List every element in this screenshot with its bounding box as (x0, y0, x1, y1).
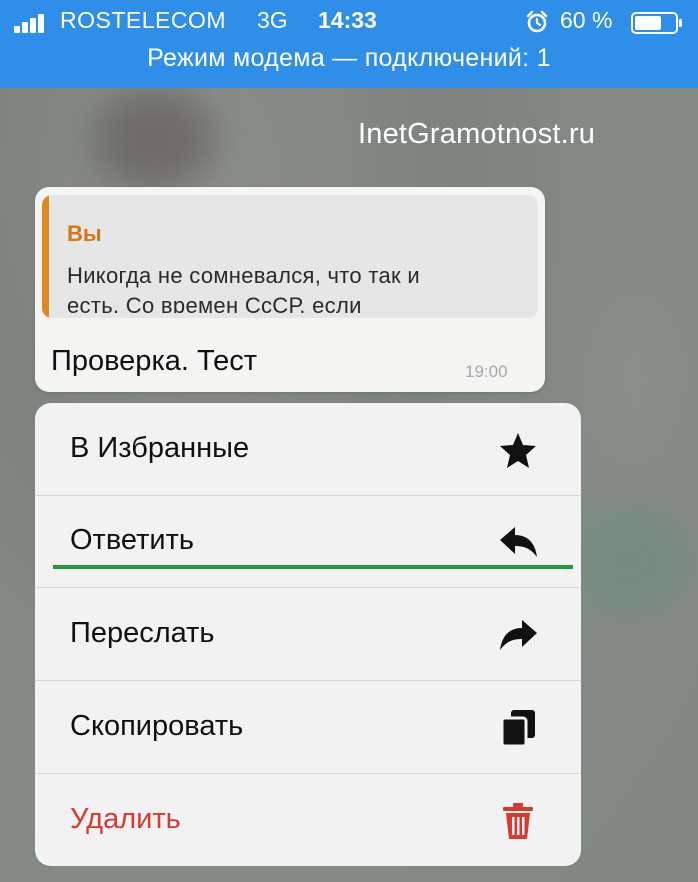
quote-accent-bar (42, 195, 49, 318)
menu-item-label: Удалить (70, 803, 181, 835)
menu-item-label: В Избранные (70, 432, 250, 464)
message-time: 19:00 (465, 362, 508, 381)
context-menu: В Избранные Ответить Переслать Скопирова… (35, 403, 581, 866)
star-icon (500, 433, 536, 468)
carrier-name: ROSTELECOM (60, 7, 227, 33)
copy-icon (500, 710, 535, 748)
menu-item-copy[interactable]: Скопировать (35, 681, 581, 774)
quote-line: есть. Со времен СсСР, если (67, 293, 362, 313)
hotspot-banner[interactable]: Режим модема — подключений: 1 (0, 44, 698, 73)
menu-item-label: Переслать (70, 617, 215, 649)
reply-quote[interactable]: Вы Никогда не сомневался, что так и есть… (42, 195, 538, 318)
trash-icon (503, 803, 533, 839)
quote-author: Вы (67, 221, 102, 246)
highlight-underline (53, 565, 573, 569)
network-type: 3G (257, 7, 288, 33)
reply-icon (500, 527, 537, 557)
status-row: ROSTELECOM 3G 14:33 60 % (0, 0, 698, 44)
menu-item-label: Ответить (70, 524, 194, 556)
signal-strength-icon (14, 13, 50, 33)
message-text: Проверка. Тест (51, 345, 258, 377)
menu-item-reply[interactable]: Ответить (35, 495, 581, 588)
battery-icon (631, 12, 682, 34)
watermark: InetGramotnost.ru (358, 118, 596, 150)
quote-line: Никогда не сомневался, что так и (67, 263, 420, 288)
menu-item-delete[interactable]: Удалить (35, 774, 581, 866)
background-blur (95, 90, 215, 190)
menu-item-label: Скопировать (70, 710, 244, 742)
clock: 14:33 (318, 7, 377, 33)
menu-item-favorites[interactable]: В Избранные (35, 403, 581, 496)
battery-percent: 60 % (560, 7, 613, 33)
quote-text: Никогда не сомневался, что так и есть. С… (67, 261, 527, 313)
forward-icon (500, 620, 537, 650)
menu-item-forward[interactable]: Переслать (35, 588, 581, 681)
background-blur (590, 300, 680, 460)
alarm-icon (526, 10, 548, 33)
status-bar: ROSTELECOM 3G 14:33 60 % Режим модема — … (0, 0, 698, 88)
